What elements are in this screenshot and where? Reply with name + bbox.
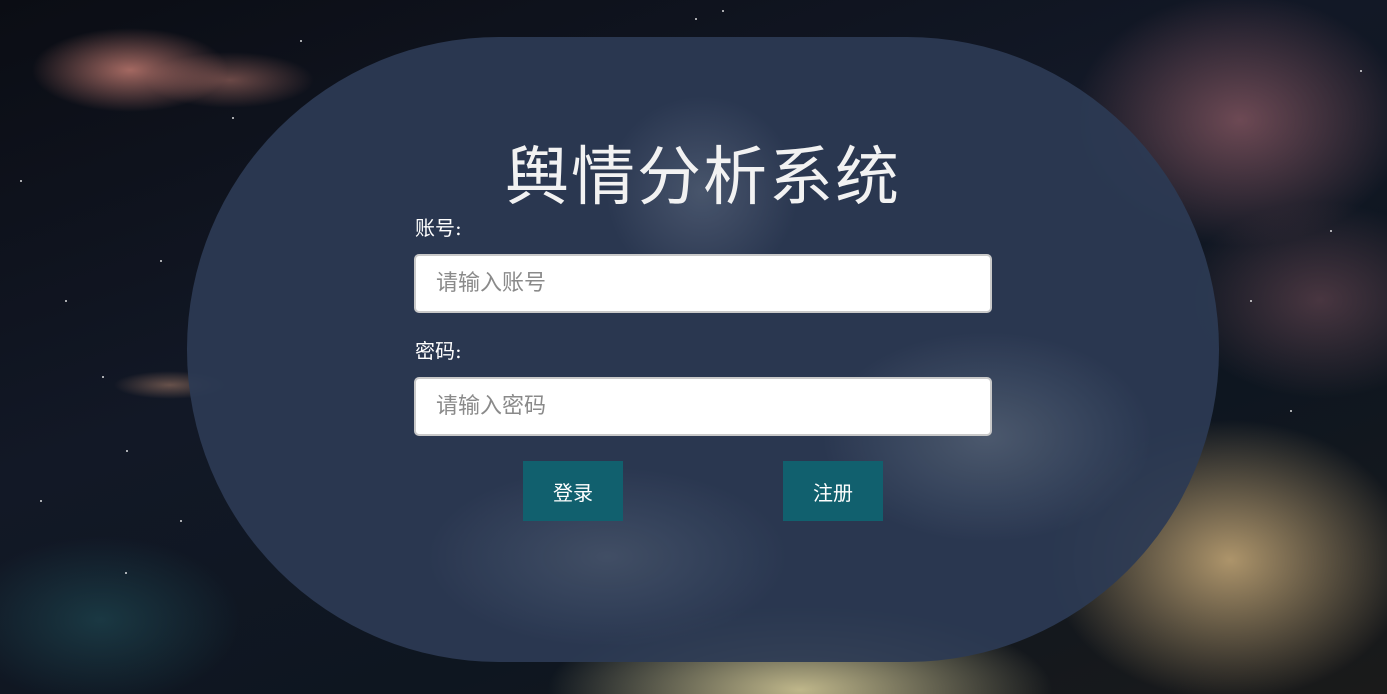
star xyxy=(232,117,234,119)
star xyxy=(180,520,182,522)
star xyxy=(126,450,128,452)
star xyxy=(722,10,724,12)
star xyxy=(1360,70,1362,72)
star xyxy=(1330,230,1332,232)
login-panel xyxy=(187,37,1219,662)
account-label: 账号: xyxy=(415,216,462,240)
star xyxy=(20,180,22,182)
star xyxy=(300,40,302,42)
page-title: 舆情分析系统 xyxy=(505,141,901,215)
star xyxy=(40,500,42,502)
star xyxy=(125,572,127,574)
star xyxy=(102,376,104,378)
login-button[interactable]: 登录 xyxy=(523,461,623,521)
register-button[interactable]: 注册 xyxy=(783,461,883,521)
password-label: 密码: xyxy=(415,339,462,363)
star xyxy=(1250,300,1252,302)
star xyxy=(695,18,697,20)
password-input[interactable] xyxy=(414,377,992,436)
star xyxy=(160,260,162,262)
star xyxy=(65,300,67,302)
account-input[interactable] xyxy=(414,254,992,313)
star xyxy=(1290,410,1292,412)
